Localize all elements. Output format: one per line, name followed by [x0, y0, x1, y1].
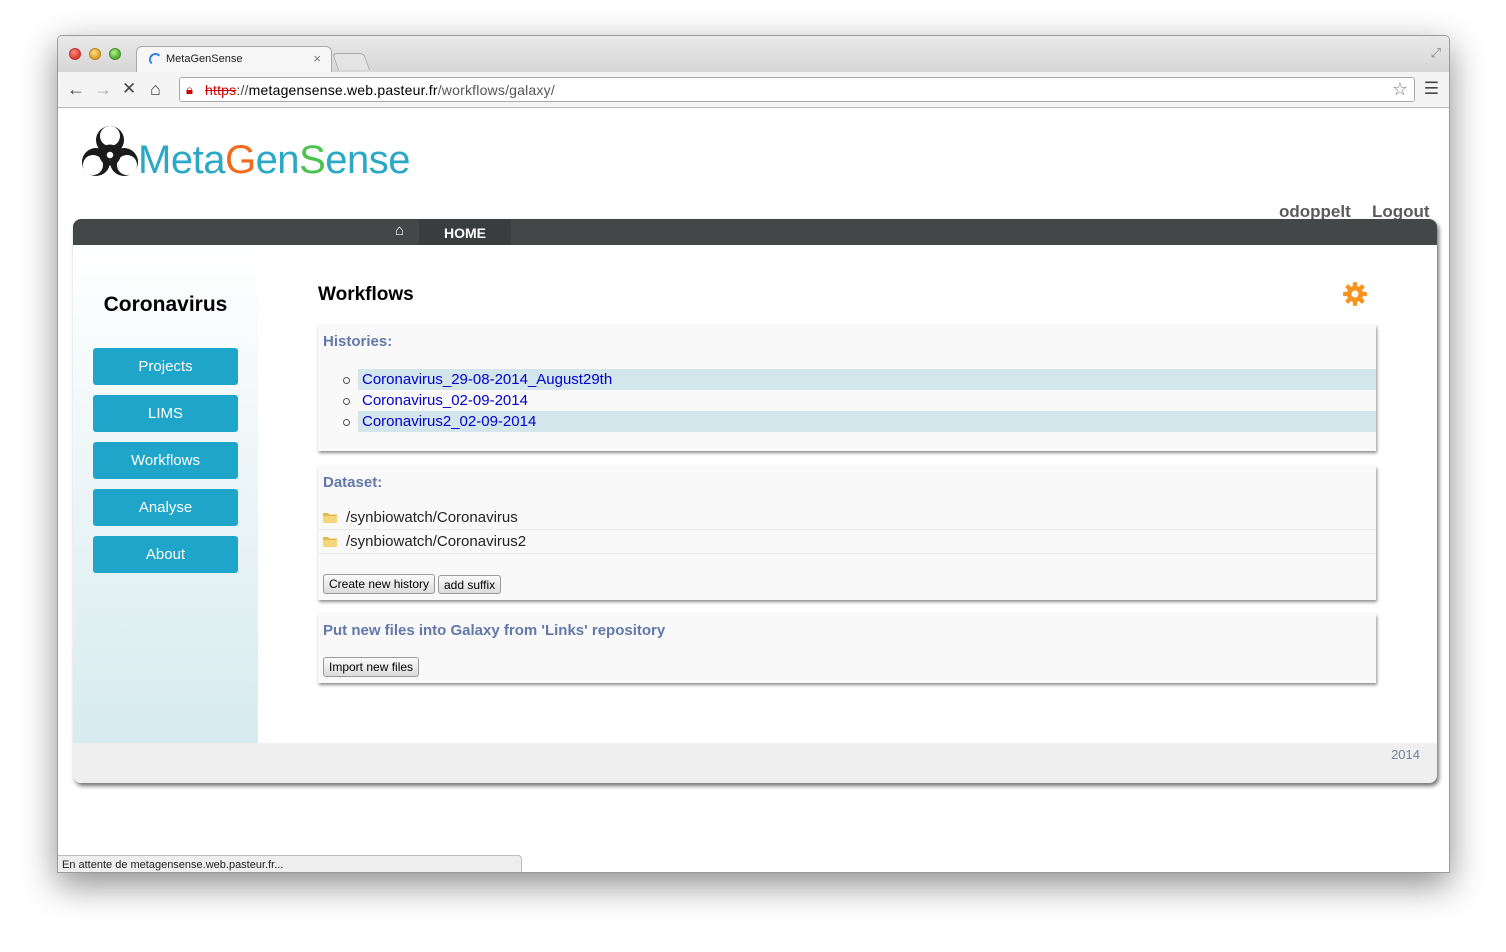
footer-year: 2014 — [1391, 747, 1420, 762]
new-tab-button[interactable] — [331, 53, 371, 70]
list-item: Coronavirus_02-09-2014 — [343, 390, 1376, 411]
sidebar-item-projects[interactable]: Projects — [93, 348, 238, 385]
folder-icon — [323, 537, 337, 547]
sidebar-item-lims[interactable]: LIMS — [93, 395, 238, 432]
import-new-files-button[interactable]: Import new files — [323, 657, 420, 677]
list-item: Coronavirus2_02-09-2014 — [343, 411, 1376, 432]
url-text: https://metagensense.web.pasteur.fr/work… — [205, 82, 555, 98]
loading-spinner-icon — [149, 53, 162, 66]
minimize-window-button[interactable] — [89, 48, 101, 60]
browser-tab[interactable]: MetaGenSense × — [136, 46, 332, 72]
import-panel: Put new files into Galaxy from 'Links' r… — [318, 614, 1376, 683]
sidebar-item-workflows[interactable]: Workflows — [93, 442, 238, 479]
close-window-button[interactable] — [69, 48, 81, 60]
broken-lock-icon: 🔒︎ — [186, 82, 193, 97]
create-new-history-button[interactable]: Create new history — [323, 574, 436, 594]
biohazard-icon — [82, 126, 138, 176]
browser-menu-icon[interactable]: ☰ — [1424, 79, 1439, 99]
dataset-row[interactable]: /synbiowatch/Coronavirus2 — [318, 530, 1376, 554]
bookmark-star-icon[interactable]: ☆ — [1392, 79, 1408, 100]
logo-wordmark: MetaGenSense — [138, 138, 410, 182]
tab-strip: MetaGenSense × ⤢ — [58, 36, 1449, 72]
dataset-title: Dataset: — [323, 474, 383, 491]
zoom-window-button[interactable] — [109, 48, 121, 60]
gear-icon[interactable] — [1342, 281, 1368, 307]
forward-arrow-icon[interactable]: → — [94, 79, 112, 99]
browser-status-bar: En attente de metagensense.web.pasteur.f… — [58, 855, 522, 872]
sidebar-item-analyse[interactable]: Analyse — [93, 489, 238, 526]
dataset-panel: Dataset: /synbiowatch/Coronavirus /synbi… — [318, 466, 1376, 600]
footer: 2014 — [73, 743, 1437, 783]
home-icon[interactable]: ⌂ — [395, 222, 404, 239]
list-item: Coronavirus_29-08-2014_August29th — [343, 369, 1376, 390]
folder-icon — [323, 513, 337, 523]
dataset-path: /synbiowatch/Coronavirus2 — [346, 533, 527, 550]
tab-close-icon[interactable]: × — [313, 51, 321, 66]
dataset-path: /synbiowatch/Coronavirus — [346, 509, 518, 526]
dataset-row[interactable]: /synbiowatch/Coronavirus — [318, 506, 1376, 530]
browser-toolbar: ← → ✕ ⌂ 🔒︎ https://metagensense.web.past… — [58, 72, 1449, 108]
page-title: Workflows — [318, 284, 414, 305]
main-content: Workflows Histories: Coronavirus_29-08-2… — [318, 245, 1378, 743]
home-browser-icon[interactable]: ⌂ — [150, 79, 161, 99]
tab-title: MetaGenSense — [166, 53, 243, 65]
nav-home-tab[interactable]: HOME — [419, 219, 511, 245]
sidebar: Coronavirus Projects LIMS Workflows Anal… — [73, 245, 258, 743]
history-link[interactable]: Coronavirus_02-09-2014 — [362, 392, 528, 409]
project-name: Coronavirus — [103, 293, 228, 316]
browser-window: MetaGenSense × ⤢ ← → ✕ ⌂ 🔒︎ https://meta… — [57, 35, 1450, 873]
sidebar-item-about[interactable]: About — [93, 536, 238, 573]
histories-title: Histories: — [323, 333, 393, 350]
import-title: Put new files into Galaxy from 'Links' r… — [323, 622, 666, 639]
address-bar[interactable]: 🔒︎ https://metagensense.web.pasteur.fr/w… — [179, 77, 1415, 102]
main-navbar: ⌂ HOME — [73, 219, 1437, 245]
fullscreen-icon[interactable]: ⤢ — [1431, 45, 1441, 61]
histories-panel: Histories: Coronavirus_29-08-2014_August… — [318, 325, 1376, 451]
history-link[interactable]: Coronavirus2_02-09-2014 — [362, 413, 536, 430]
page-viewport: MetaGenSense odoppelt Logout ⌂ HOME Coro… — [58, 108, 1449, 872]
histories-list: Coronavirus_29-08-2014_August29th Corona… — [343, 369, 1376, 432]
site-frame: ⌂ HOME Coronavirus Projects LIMS Workflo… — [73, 219, 1437, 783]
history-link[interactable]: Coronavirus_29-08-2014_August29th — [362, 371, 612, 388]
back-arrow-icon[interactable]: ← — [67, 79, 85, 99]
stop-loading-icon[interactable]: ✕ — [122, 79, 136, 99]
add-suffix-button[interactable]: add suffix — [438, 575, 502, 594]
site-logo[interactable]: MetaGenSense — [78, 120, 423, 185]
